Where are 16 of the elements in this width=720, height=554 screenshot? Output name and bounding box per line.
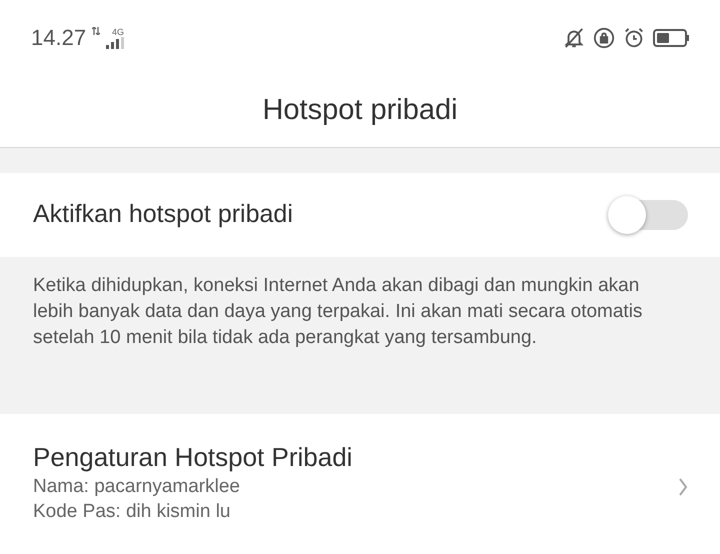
settings-detail: Nama: pacarnyamarklee xyxy=(33,475,241,499)
rotation-lock-icon xyxy=(593,26,615,48)
settings-detail: Kode Pas: dih kismin lu xyxy=(33,500,232,524)
chevron-right-icon xyxy=(678,477,688,497)
signal-icon xyxy=(106,36,124,48)
data-arrows-icon xyxy=(92,26,100,34)
network-type: 4G xyxy=(112,28,124,36)
battery-icon xyxy=(653,28,689,46)
status-time: 14.27 xyxy=(31,26,86,48)
toggle-label: Aktifkan hotspot pribadi xyxy=(33,199,293,230)
settings-title: Pengaturan Hotspot Pribadi xyxy=(33,441,352,474)
alarm-clock-icon xyxy=(623,26,645,48)
muted-bell-icon xyxy=(563,26,585,48)
page-title: Hotspot pribadi xyxy=(262,93,458,128)
description-text: Ketika dihidupkan, koneksi Internet Anda akan dibagi dan mungkin akan lebih banyak data dan daya yang terpakai. Ini akan mati secara otomatis setelah 10 menit bila tidak ada perangkat yang tersambung. xyxy=(33,274,644,350)
settings-row[interactable]: Pengaturan Hotspot Pribadi Nama: pacarnyamarklee Kode Pas: dih kismin lu xyxy=(0,414,720,524)
